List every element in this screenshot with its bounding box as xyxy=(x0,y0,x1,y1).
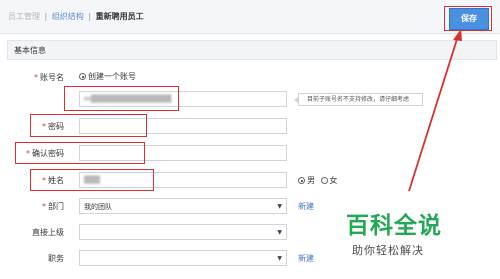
chevron-down-icon: ▼ xyxy=(277,203,282,210)
account-name-label-text: 账号名 xyxy=(40,73,64,82)
account-name-hint: 目前子账号名不支持修改，请仔细考虑 xyxy=(294,93,423,106)
breadcrumb-separator: | xyxy=(44,12,48,21)
gender-radio-female[interactable]: 女 xyxy=(320,176,338,185)
account-name-hint-text: 目前子账号名不支持修改，请仔细考虑 xyxy=(307,96,410,103)
annotation-box-password xyxy=(30,114,147,137)
radio-empty-icon xyxy=(320,177,328,184)
breadcrumb-item-employee-management[interactable]: 员工管理 xyxy=(8,12,40,21)
watermark-title: 百科全说 xyxy=(346,213,442,239)
annotation-box-name xyxy=(30,169,154,191)
create-account-radio[interactable]: 创建一个账号 xyxy=(79,71,136,82)
superior-label: 直接上级 xyxy=(6,227,64,238)
chevron-down-icon: ▼ xyxy=(277,255,282,262)
breadcrumb-separator: | xyxy=(88,12,92,21)
annotation-box-account xyxy=(64,86,179,111)
breadcrumb: 员工管理 | 组织结构 | 重新聘用员工 xyxy=(8,11,144,22)
position-select[interactable]: ▼ xyxy=(79,250,287,266)
top-bar: 员工管理 | 组织结构 | 重新聘用员工 保存 xyxy=(0,0,500,34)
radio-selected-icon xyxy=(298,177,305,184)
position-new-link[interactable]: 新建 xyxy=(298,253,314,264)
department-label-text: 部门 xyxy=(48,202,64,211)
required-marker: * xyxy=(34,73,38,82)
chevron-down-icon: ▼ xyxy=(277,229,282,236)
gender-radio-male[interactable]: 男 xyxy=(298,176,315,185)
department-new-link[interactable]: 新建 xyxy=(298,201,314,212)
superior-label-text: 直接上级 xyxy=(32,228,64,237)
watermark-subtitle: 助你轻松解决 xyxy=(352,244,424,257)
watermark: 百科全说 助你轻松解决 xyxy=(346,206,442,258)
section-title: 基本信息 xyxy=(14,46,46,55)
superior-select[interactable]: ▼ xyxy=(79,224,287,240)
position-label: 职务 xyxy=(6,253,64,264)
page-title: 重新聘用员工 xyxy=(95,12,144,21)
annotation-box-save xyxy=(444,6,492,31)
gender-male-label: 男 xyxy=(307,176,315,185)
gender-female-label: 女 xyxy=(329,176,338,185)
breadcrumb-item-org-structure[interactable]: 组织结构 xyxy=(52,12,84,21)
annotation-box-confirm-password xyxy=(15,142,145,164)
radio-selected-icon xyxy=(79,73,86,80)
required-marker: * xyxy=(42,202,46,211)
account-name-label: * 账号名 xyxy=(6,72,64,83)
create-account-radio-label: 创建一个账号 xyxy=(88,72,136,81)
section-header: 基本信息 xyxy=(7,40,497,60)
department-label: * 部门 xyxy=(6,201,64,212)
department-value: 我的团队 xyxy=(84,203,112,211)
department-select[interactable]: 我的团队 ▼ xyxy=(79,198,287,214)
gender-radio-group: 男 女 xyxy=(298,175,338,186)
position-label-text: 职务 xyxy=(48,254,64,263)
